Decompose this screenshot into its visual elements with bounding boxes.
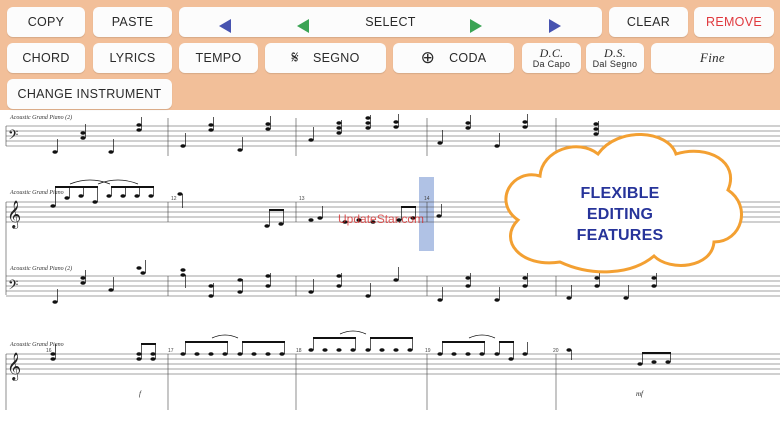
measure-number: 14 <box>424 196 430 202</box>
copy-button[interactable]: COPY <box>7 7 85 37</box>
score-canvas[interactable]: Acoustic Grand Piano (2) 𝄢 Acoustic Gran… <box>0 110 780 439</box>
bass-clef-icon: 𝄢 <box>8 129 18 146</box>
change-instrument-button[interactable]: CHANGE INSTRUMENT <box>7 79 172 109</box>
tempo-label: TEMPO <box>195 51 242 65</box>
callout-line-2: EDITING FEATURES <box>576 206 664 244</box>
instrument-label: Acoustic Grand Piano (2) <box>9 265 72 272</box>
remove-button[interactable]: REMOVE <box>694 7 774 37</box>
fine-label: Fine <box>699 50 726 65</box>
coda-button[interactable]: ⊕ CODA <box>393 43 514 73</box>
bass-clef-icon: 𝄢 <box>8 279 18 296</box>
measure-number: 13 <box>299 196 305 202</box>
dynamic-marking: mf <box>636 390 644 398</box>
triangle-left-blue-icon[interactable] <box>219 19 231 33</box>
tempo-button[interactable]: TEMPO <box>179 43 258 73</box>
dal-segno-button[interactable]: D.S. Dal Segno <box>586 43 644 73</box>
measure-number: 19 <box>425 348 431 354</box>
coda-icon: ⊕ <box>420 48 436 67</box>
measure-number: 12 <box>171 196 177 202</box>
da-capo-symbol: D.C. <box>539 45 564 60</box>
lyrics-label: LYRICS <box>109 51 156 65</box>
coda-label: CODA <box>449 51 487 65</box>
select-bar: SELECT <box>179 7 602 37</box>
clear-button[interactable]: CLEAR <box>609 7 688 37</box>
treble-clef-icon: 𝄞 <box>7 353 21 381</box>
triangle-right-green-icon[interactable] <box>470 19 482 33</box>
triangle-left-green-icon[interactable] <box>297 19 309 33</box>
paste-button[interactable]: PASTE <box>93 7 172 37</box>
remove-label: REMOVE <box>706 15 762 29</box>
segno-button[interactable]: 𝄋 SEGNO <box>265 43 386 73</box>
measure-number: 18 <box>296 348 302 354</box>
instrument-label: Acoustic Grand Piano (2) <box>9 114 72 121</box>
paste-label: PASTE <box>111 15 154 29</box>
treble-clef-icon: 𝄞 <box>7 201 21 229</box>
lyrics-button[interactable]: LYRICS <box>93 43 172 73</box>
staff-system-4[interactable]: Acoustic Grand Piano 𝄞 16 17 18 19 20 f … <box>5 330 780 410</box>
fine-button[interactable]: Fine <box>651 43 774 73</box>
clear-label: CLEAR <box>626 15 671 29</box>
callout-text: FLEXIBLE EDITING FEATURES <box>560 183 680 246</box>
da-capo-label: Da Capo <box>532 58 571 69</box>
dal-segno-label: Dal Segno <box>592 58 638 69</box>
editing-toolbar: COPY PASTE SELECT CLEAR REMOVE CHORD LYR… <box>0 0 780 110</box>
callout-line-1: FLEXIBLE <box>580 185 660 202</box>
copy-label: COPY <box>27 15 65 29</box>
chord-button[interactable]: CHORD <box>7 43 85 73</box>
triangle-right-blue-icon[interactable] <box>549 19 561 33</box>
measure-number: 20 <box>553 348 559 354</box>
segno-label: SEGNO <box>312 51 360 65</box>
chord-label: CHORD <box>22 51 70 65</box>
staff-system-3[interactable]: Acoustic Grand Piano (2) 𝄢 <box>6 260 780 304</box>
da-capo-button[interactable]: D.C. Da Capo <box>522 43 581 73</box>
dynamic-marking: f <box>139 390 142 398</box>
measure-number: 17 <box>168 348 174 354</box>
select-button[interactable]: SELECT <box>365 15 415 29</box>
dal-segno-symbol: D.S. <box>604 45 626 60</box>
change-instrument-label: CHANGE INSTRUMENT <box>17 87 162 101</box>
segno-icon: 𝄋 <box>291 48 299 67</box>
watermark: UpdateStar.com <box>338 212 425 226</box>
